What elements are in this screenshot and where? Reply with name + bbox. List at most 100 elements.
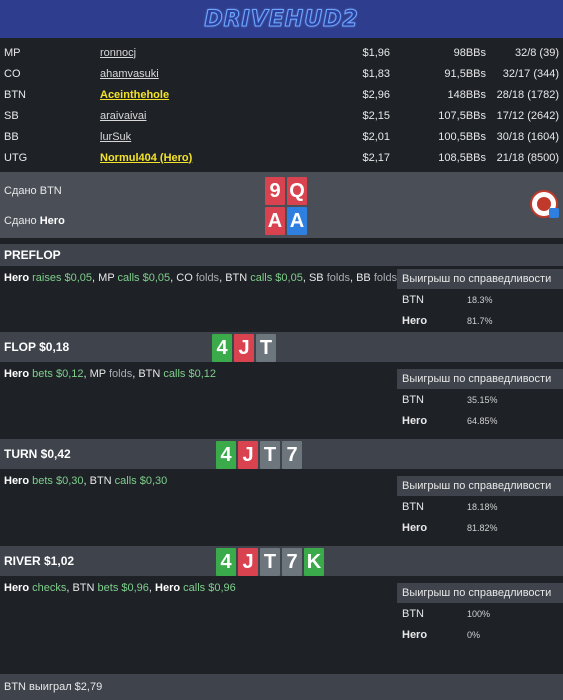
- equity-value: 0%: [467, 629, 481, 640]
- card: J: [238, 441, 258, 469]
- equity-value: 81.82%: [467, 522, 498, 533]
- app-header: DRIVEHUD2: [0, 0, 563, 38]
- player-stats: 28/18 (1782): [496, 88, 559, 101]
- action: folds: [108, 368, 133, 380]
- action: raises $0,05: [29, 272, 93, 284]
- player-name-link[interactable]: ahamvasuki: [100, 68, 350, 80]
- actor: , MP: [83, 368, 109, 380]
- player-name-link[interactable]: Aceinthehole: [100, 89, 350, 101]
- action: bets $0,12: [29, 368, 84, 380]
- equity-title: Выигрыш по справедливости: [397, 269, 563, 289]
- action: folds: [323, 272, 350, 284]
- equity-player: Hero: [402, 314, 428, 327]
- actor: , BTN: [132, 368, 164, 380]
- player-row: SB araivaivai $2,15 107,5BBs 17/12 (2642…: [0, 105, 563, 126]
- street-header-flop: FLOP $0,18 4 J T: [0, 332, 563, 362]
- street-title: RIVER $1,02: [4, 554, 75, 568]
- equity-panel: Выигрыш по справедливости BTN 18.18% Hero…: [397, 476, 563, 538]
- player-stack: $2,96: [362, 88, 390, 101]
- street-body-river: Hero checks, BTN bets $0,96, Hero calls …: [0, 576, 563, 653]
- action: bets $0,30: [29, 475, 84, 487]
- equity-row: BTN 18.18%: [397, 496, 563, 517]
- hero-hole-cards: A A: [265, 207, 307, 235]
- player-position: SB: [4, 109, 19, 122]
- player-name-link[interactable]: araivaivai: [100, 110, 350, 122]
- player-name-link[interactable]: lurSuk: [100, 131, 350, 143]
- equity-panel: Выигрыш по справедливости BTN 18.3% Hero 8…: [397, 269, 563, 331]
- player-stack: $2,01: [362, 130, 390, 143]
- actor: , BTN: [83, 475, 115, 487]
- action: calls $0,96: [180, 582, 236, 594]
- dealt-btn-label: Сдано BTN: [4, 185, 62, 197]
- card: 4: [216, 441, 236, 469]
- street-body-turn: Hero bets $0,30, BTN calls $0,30 Выигрыш…: [0, 469, 563, 546]
- action: calls $0,30: [114, 475, 168, 487]
- action: folds: [192, 272, 220, 284]
- card: 7: [282, 441, 302, 469]
- equity-row: BTN 35.15%: [397, 389, 563, 410]
- player-stats: 17/12 (2642): [496, 109, 559, 122]
- equity-row: BTN 100%: [397, 603, 563, 624]
- equity-value: 18.3%: [467, 294, 493, 305]
- equity-row: Hero 81.7%: [397, 310, 563, 331]
- card: 4: [216, 548, 236, 576]
- equity-panel: Выигрыш по справедливости BTN 100% Hero 0%: [397, 583, 563, 645]
- action-line: Hero bets $0,12, MP folds, BTN calls $0,…: [4, 368, 216, 380]
- player-row: UTG Normul404 (Hero) $2,17 108,5BBs 21/1…: [0, 147, 563, 168]
- card: T: [256, 334, 276, 362]
- drivehud-replay-icon[interactable]: [530, 190, 559, 218]
- street-title: PREFLOP: [4, 248, 61, 262]
- actor: Hero: [4, 582, 30, 594]
- player-position: BB: [4, 130, 19, 143]
- card: J: [234, 334, 254, 362]
- action: bets $0,96: [97, 582, 149, 594]
- equity-player: BTN: [402, 293, 424, 306]
- action-line: Hero bets $0,30, BTN calls $0,30: [4, 475, 167, 487]
- player-name-link[interactable]: Normul404 (Hero): [100, 152, 350, 164]
- player-row: CO ahamvasuki $1,83 91,5BBs 32/17 (344): [0, 63, 563, 84]
- equity-value: 64.85%: [467, 415, 498, 426]
- dealt-prefix: Сдано: [4, 215, 40, 227]
- board-cards: 4 J T: [212, 334, 276, 362]
- dealt-cards-panel: Сдано BTN 9 Q Сдано Hero A A: [0, 172, 563, 238]
- player-stats: 32/8 (39): [514, 46, 559, 59]
- actor: SB: [308, 272, 324, 284]
- player-stack-bb: 100,5BBs: [438, 130, 486, 143]
- card: A: [265, 207, 285, 235]
- card: K: [304, 548, 324, 576]
- player-row: BTN Aceinthehole $2,96 148BBs 28/18 (178…: [0, 84, 563, 105]
- actor: Hero: [4, 368, 30, 380]
- equity-row: Hero 64.85%: [397, 410, 563, 431]
- player-stack-bb: 107,5BBs: [438, 109, 486, 122]
- player-name-link[interactable]: ronnocj: [100, 47, 350, 59]
- player-stack-bb: 108,5BBs: [438, 151, 486, 164]
- btn-hole-cards: 9 Q: [265, 177, 307, 205]
- player-stack-bb: 91,5BBs: [444, 67, 486, 80]
- equity-panel: Выигрыш по справедливости BTN 35.15% Hero…: [397, 369, 563, 431]
- street-title: TURN $0,42: [4, 447, 71, 461]
- street-header-preflop: PREFLOP: [0, 244, 563, 266]
- player-stack: $2,17: [362, 151, 390, 164]
- equity-value: 18.18%: [467, 501, 498, 512]
- equity-value: 35.15%: [467, 394, 498, 405]
- equity-player: BTN: [402, 607, 424, 620]
- player-stack-bb: 98BBs: [453, 46, 486, 59]
- player-stack: $1,96: [362, 46, 390, 59]
- card: T: [260, 441, 280, 469]
- equity-value: 100%: [467, 608, 491, 619]
- equity-player: Hero: [402, 521, 428, 534]
- player-position: UTG: [4, 151, 28, 164]
- equity-player: BTN: [402, 393, 424, 406]
- equity-player: BTN: [402, 500, 424, 513]
- actor: BTN: [225, 272, 248, 284]
- player-row: BB lurSuk $2,01 100,5BBs 30/18 (1604): [0, 126, 563, 147]
- equity-title: Выигрыш по справедливости: [397, 476, 563, 496]
- player-stats: 30/18 (1604): [496, 130, 559, 143]
- player-position: CO: [4, 67, 21, 80]
- action: calls $0,05: [247, 272, 303, 284]
- player-position: BTN: [4, 88, 26, 101]
- equity-title: Выигрыш по справедливости: [397, 583, 563, 603]
- hand-result: BTN выиграл $2,79: [0, 674, 563, 700]
- equity-row: BTN 18.3%: [397, 289, 563, 310]
- actor: CO: [176, 272, 193, 284]
